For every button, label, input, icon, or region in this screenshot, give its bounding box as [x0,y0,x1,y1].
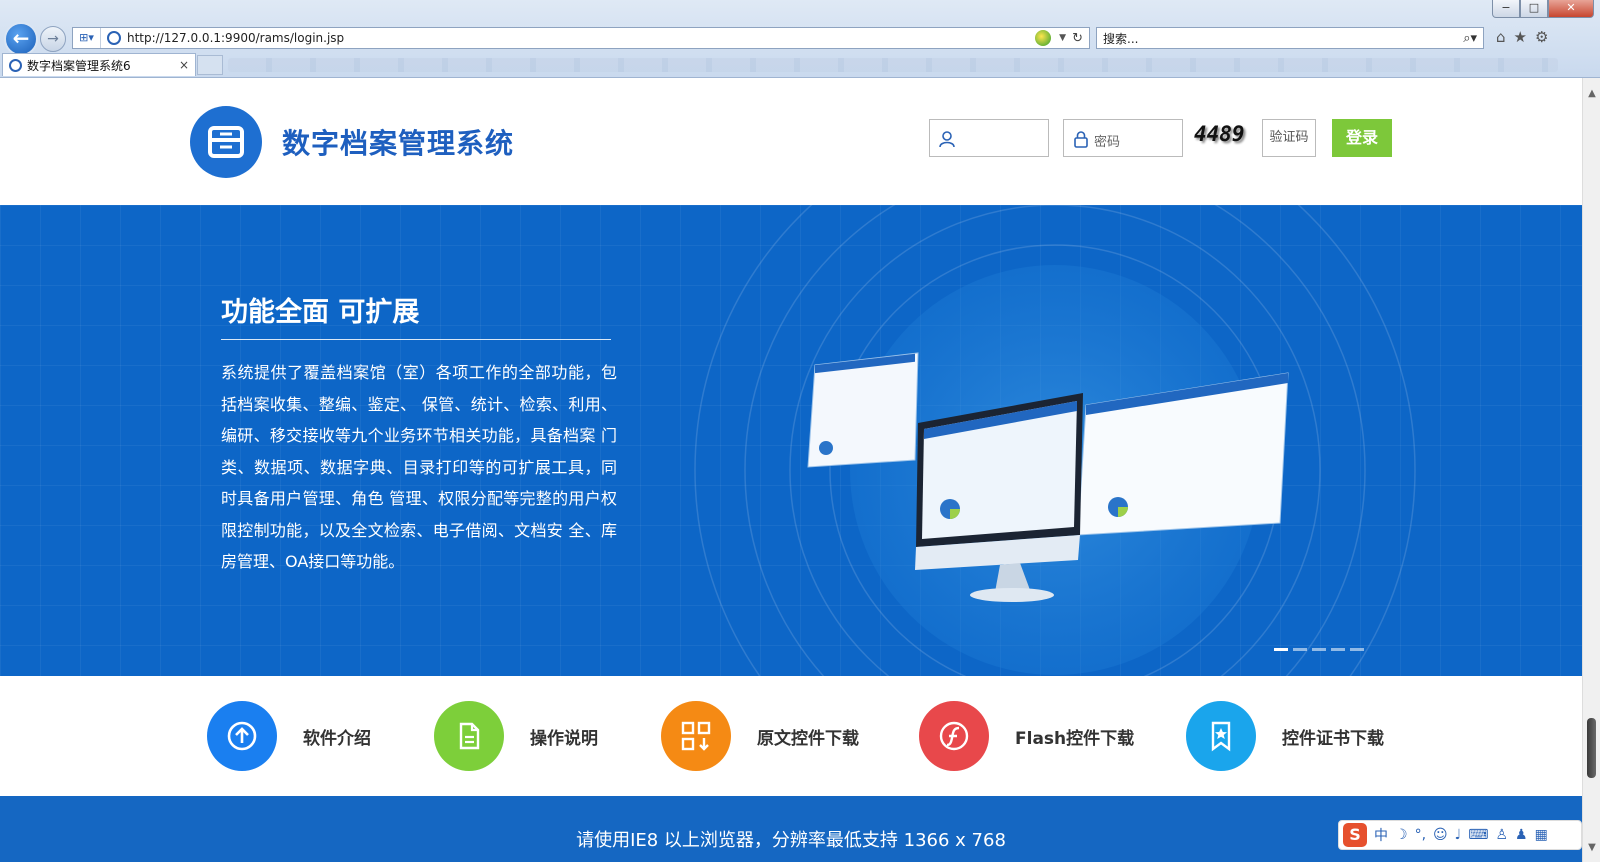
tab-title: 数字档案管理系统6 [27,58,131,73]
ime-toolbar: S 中 ☽ °, ☺ ♩ ⌨ ♙ ♟ ▦ [1338,820,1582,850]
site-title: 数字档案管理系统 [282,127,515,160]
grid-download-icon [661,701,731,771]
maximize-button[interactable]: □ [1520,0,1548,18]
browser-chrome: − □ ✕ ← → ⊞▾ http://127.0.0.1:9900/rams/… [0,0,1600,78]
slide-dot[interactable] [1293,648,1307,651]
slide-dot[interactable] [1331,648,1345,651]
arrow-left-icon: ← [12,26,30,50]
username-field[interactable] [929,119,1049,157]
punctuation-icon[interactable]: °, [1415,827,1426,843]
password-field[interactable]: 密码 [1063,119,1183,157]
scroll-up-icon[interactable]: ▲ [1585,88,1599,102]
refresh-icon[interactable]: ↻ [1072,31,1083,46]
gear-icon[interactable]: ⚙ [1535,28,1548,46]
search-icon[interactable]: ⌕▾ [1463,31,1477,46]
certificate-icon [1186,701,1256,771]
feature-label: 控件证书下载 [1282,728,1384,749]
tab-close-icon[interactable]: × [179,58,189,72]
search-input[interactable]: 搜索... [1103,30,1463,47]
feature-original-control-download[interactable]: 原文控件下载 [661,701,859,771]
site-header: 数字档案管理系统 密码 4489 验证码 登录 [0,78,1582,205]
feature-software-intro[interactable]: 软件介绍 [207,701,371,771]
banner-description: 系统提供了覆盖档案馆（室）各项工作的全部功能，包括档案收集、整编、鉴定、 保管、… [221,363,617,571]
search-box[interactable]: 搜索... ⌕▾ [1096,27,1484,49]
feature-links: 软件介绍 操作说明 原文控件下载 Flash控件下载 控件证书下载 [0,676,1582,796]
favorites-bar-blurred [228,58,1558,72]
archive-box-icon [190,106,262,178]
feature-label: 操作说明 [530,728,598,749]
upload-circle-icon [207,701,277,771]
tab-active[interactable]: 数字档案管理系统6 × [2,53,196,76]
slide-dot[interactable] [1312,648,1326,651]
banner-title: 功能全面 可扩展 [221,297,420,328]
compat-view-icon[interactable]: ⊞▾ [73,28,101,48]
address-url[interactable]: http://127.0.0.1:9900/rams/login.jsp [127,31,1035,45]
sogou-logo-icon[interactable]: S [1343,823,1367,847]
shirt-icon[interactable]: ♟ [1515,827,1528,843]
feature-operation-guide[interactable]: 操作说明 [434,701,598,771]
minimize-button[interactable]: − [1492,0,1520,18]
site-icon [107,31,121,45]
forward-button[interactable]: → [40,26,66,52]
document-icon [434,701,504,771]
chevron-down-icon[interactable]: ▼ [1059,33,1066,43]
user-icon [939,131,955,148]
close-window-button[interactable]: ✕ [1548,0,1594,18]
scroll-thumb[interactable] [1587,718,1596,778]
favorites-star-icon[interactable]: ★ [1514,28,1527,46]
flash-icon [919,701,989,771]
slide-indicators [1274,648,1364,651]
address-bar[interactable]: ⊞▾ http://127.0.0.1:9900/rams/login.jsp … [72,27,1090,49]
password-placeholder: 密码 [1094,135,1121,150]
tab-row: 数字档案管理系统6 × [0,52,1600,76]
microphone-icon[interactable]: ♩ [1455,827,1462,843]
slide-dot[interactable] [1350,648,1364,651]
lock-icon [1074,131,1088,148]
back-button[interactable]: ← [4,22,38,56]
feature-label: 软件介绍 [303,728,371,749]
banner-divider [221,339,611,340]
feature-flash-download[interactable]: Flash控件下载 [919,701,1134,771]
grid-icon[interactable]: ▦ [1535,827,1548,843]
feature-certificate-download[interactable]: 控件证书下载 [1186,701,1384,771]
extension-icon[interactable] [1035,30,1052,46]
captcha-input[interactable]: 验证码 [1262,119,1316,157]
captcha-image[interactable]: 4489 [1194,122,1245,146]
slide-dot[interactable] [1274,648,1288,651]
feature-banner: 功能全面 可扩展 系统提供了覆盖档案馆（室）各项工作的全部功能，包括档案收集、整… [0,205,1582,676]
tab-site-icon [9,58,22,72]
arrow-right-icon: → [47,31,59,47]
scroll-down-icon[interactable]: ▼ [1585,842,1599,856]
keyboard-icon[interactable]: ⌨ [1468,827,1488,843]
feature-label: 原文控件下载 [757,728,859,749]
new-tab-button[interactable] [197,55,223,75]
login-button[interactable]: 登录 [1332,119,1392,157]
user-icon[interactable]: ♙ [1495,827,1508,843]
ime-mode-label[interactable]: 中 [1374,825,1388,845]
smiley-icon[interactable]: ☺ [1433,827,1448,843]
feature-label: Flash控件下载 [1015,728,1135,749]
home-icon[interactable]: ⌂ [1496,28,1506,46]
page-viewport: 数字档案管理系统 密码 4489 验证码 登录 功能全面 可扩展 系统提供了覆盖… [0,78,1582,862]
moon-icon[interactable]: ☽ [1395,827,1408,843]
page-scrollbar[interactable]: ▲ ▼ [1582,78,1600,862]
toolbar-icons: ⌂ ★ ⚙ [1496,28,1548,46]
window-controls: − □ ✕ [1492,0,1594,18]
